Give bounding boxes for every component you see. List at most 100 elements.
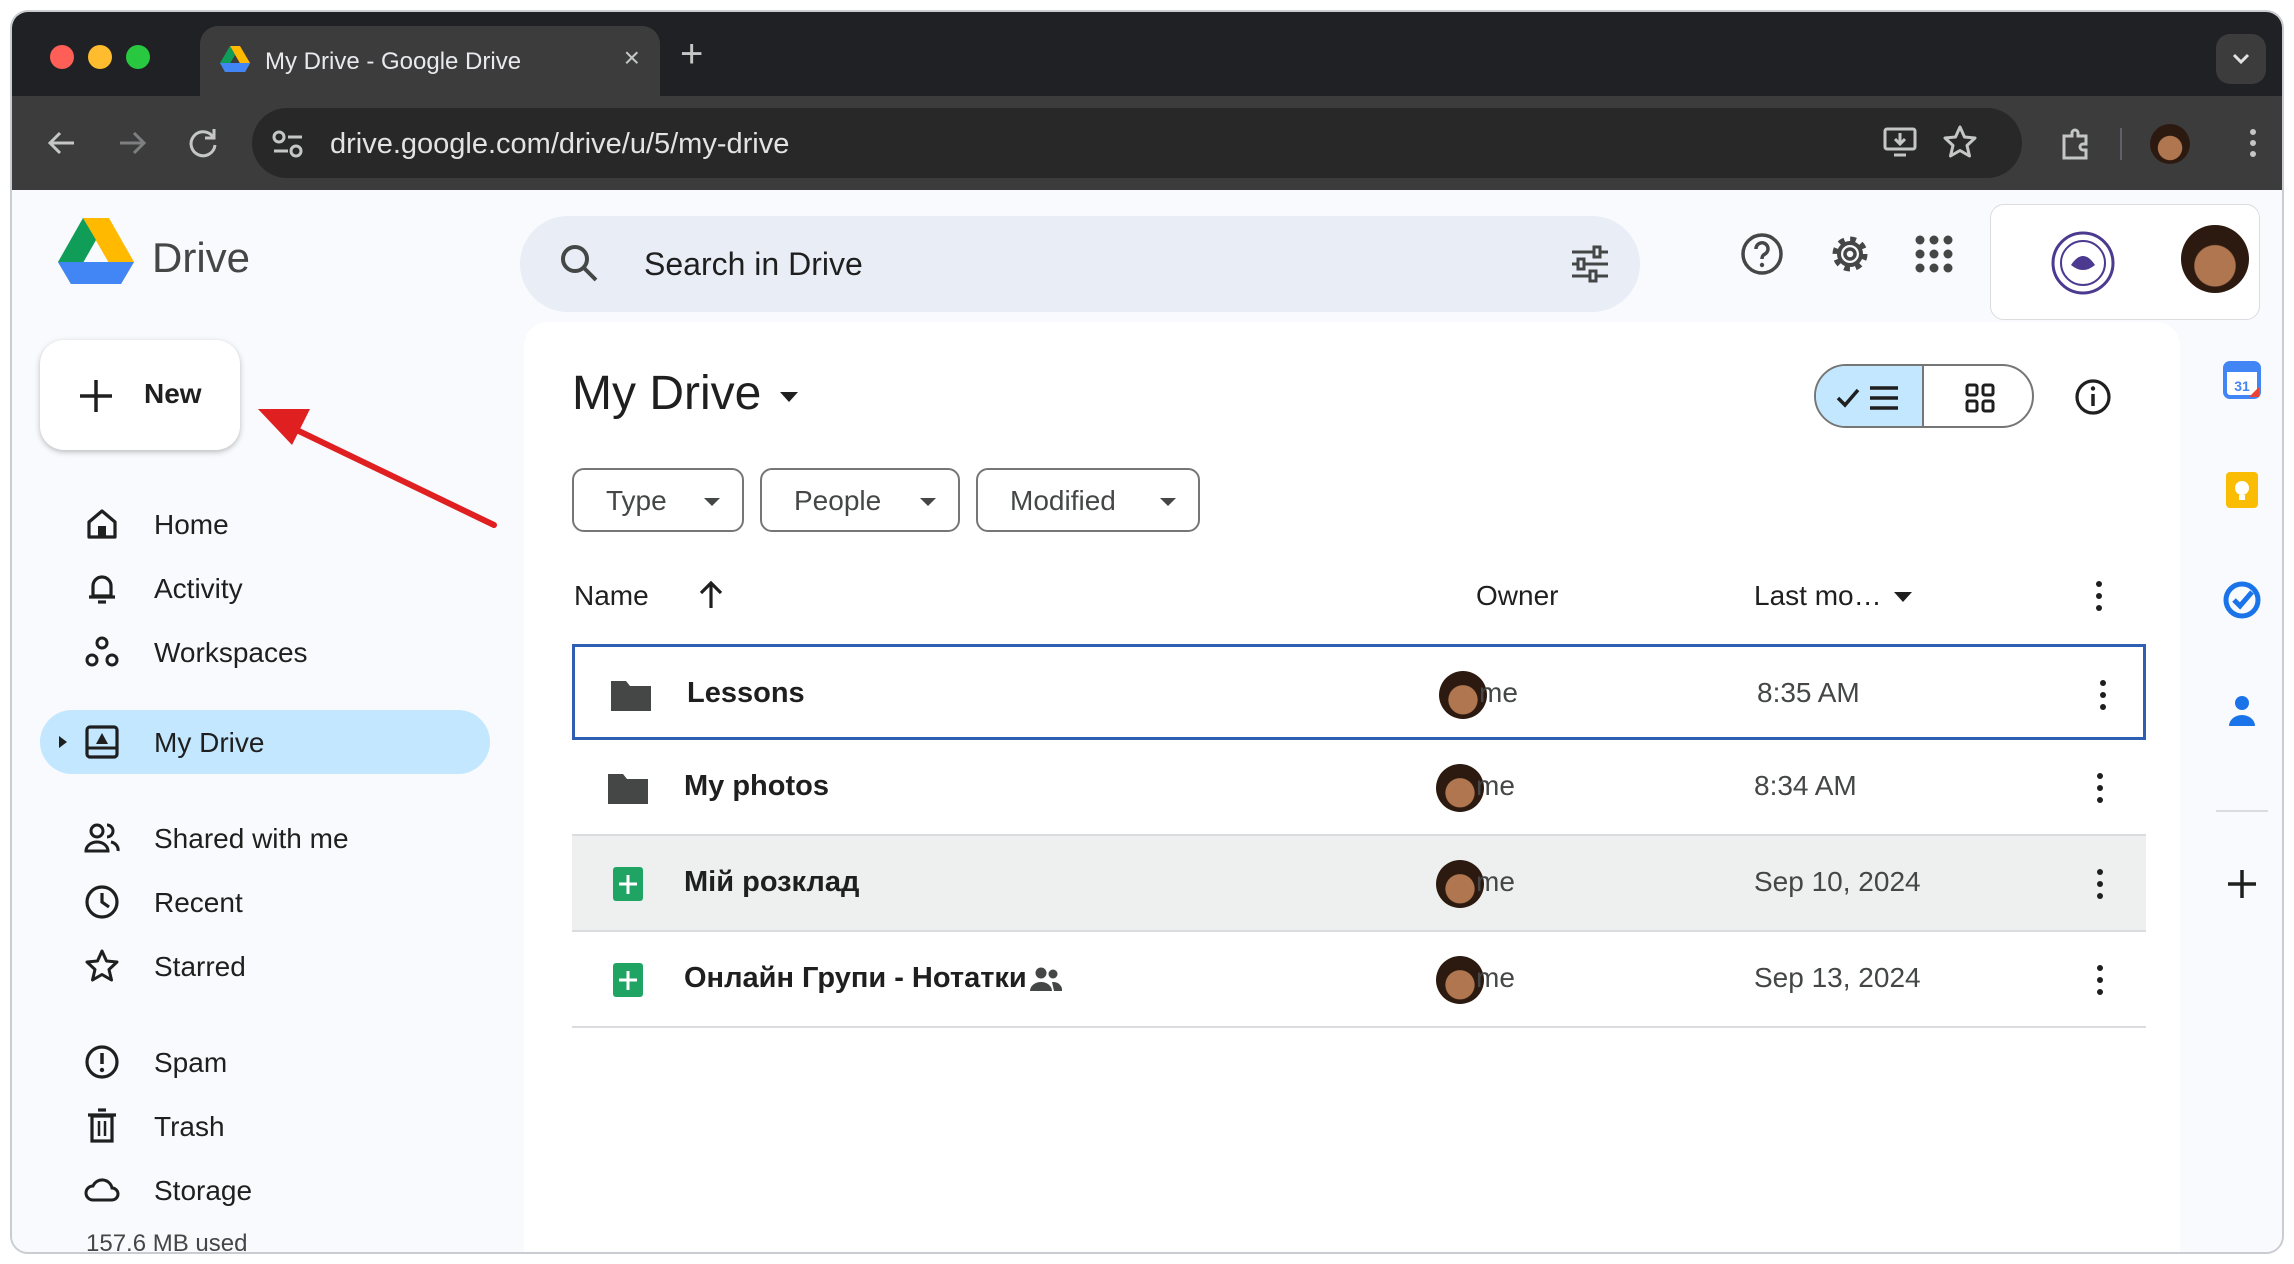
main-panel: My Drive Type People Modified Name Owner… xyxy=(524,322,2180,1252)
sidebar-item-label: Workspaces xyxy=(154,637,308,668)
forward-icon[interactable] xyxy=(114,124,152,162)
view-toggle xyxy=(1814,364,2034,428)
shared-icon xyxy=(1030,967,1063,991)
file-row-my-photos[interactable]: My photos me 8:34 AM xyxy=(572,740,2146,836)
list-view-icon xyxy=(1836,386,1898,410)
minimize-window-button[interactable] xyxy=(88,45,112,69)
sidebar-item-activity[interactable]: Activity xyxy=(40,556,490,620)
chevron-down-icon xyxy=(920,498,936,506)
filter-label: Type xyxy=(606,485,667,516)
filter-label: People xyxy=(794,485,882,516)
filter-label: Modified xyxy=(1010,485,1116,516)
filter-modified-chip[interactable]: Modified xyxy=(976,468,1200,532)
search-icon[interactable] xyxy=(558,242,600,284)
sidebar-item-trash[interactable]: Trash xyxy=(40,1094,490,1158)
drive-logo-text[interactable]: Drive xyxy=(152,234,250,282)
settings-gear-icon[interactable] xyxy=(1828,232,1872,276)
sidebar-item-label: Shared with me xyxy=(154,823,349,854)
reload-icon[interactable] xyxy=(184,124,222,162)
file-name: Онлайн Групи - Нотатки xyxy=(684,962,1027,994)
google-apps-icon[interactable] xyxy=(1912,232,1956,276)
filter-type-chip[interactable]: Type xyxy=(572,468,744,532)
tasks-icon[interactable] xyxy=(2222,580,2262,620)
zoom-window-button[interactable] xyxy=(126,45,150,69)
file-owner: me xyxy=(1476,770,1515,801)
file-name: My photos xyxy=(684,770,829,802)
back-icon[interactable] xyxy=(42,124,80,162)
browser-menu-icon[interactable] xyxy=(2234,124,2272,162)
search-input[interactable]: Search in Drive xyxy=(644,246,863,283)
sidebar-item-label: Home xyxy=(154,509,229,540)
file-name: Lessons xyxy=(687,677,805,709)
file-row-schedule[interactable]: Мій розклад me Sep 10, 2024 xyxy=(572,836,2146,932)
tab-bar: My Drive - Google Drive × + xyxy=(12,12,2282,96)
search-bar[interactable]: Search in Drive xyxy=(520,216,1640,312)
drive-logo-icon xyxy=(58,218,134,284)
search-options-icon[interactable] xyxy=(1570,244,1610,284)
list-view-button[interactable] xyxy=(1816,366,1924,426)
storage-used-text: 157.6 MB used xyxy=(86,1230,248,1254)
calendar-icon[interactable]: 31 xyxy=(2222,360,2262,400)
tab-close-icon[interactable]: × xyxy=(624,42,640,74)
keep-icon[interactable] xyxy=(2222,470,2262,510)
more-actions-icon[interactable] xyxy=(2099,675,2107,715)
file-modified: Sep 10, 2024 xyxy=(1754,866,1921,897)
tab-my-drive[interactable]: My Drive - Google Drive × xyxy=(200,26,660,96)
close-window-button[interactable] xyxy=(50,45,74,69)
svg-text:31: 31 xyxy=(2234,378,2250,394)
address-bar[interactable]: drive.google.com/drive/u/5/my-drive xyxy=(252,108,2022,178)
rail-divider xyxy=(2216,810,2268,812)
sidebar-item-shared-with-me[interactable]: Shared with me xyxy=(40,806,490,870)
url-text: drive.google.com/drive/u/5/my-drive xyxy=(330,128,790,160)
more-actions-icon[interactable] xyxy=(2096,864,2104,904)
new-button[interactable]: New xyxy=(40,340,240,450)
file-row-online-groups[interactable]: Онлайн Групи - Нотатки me Sep 13, 2024 xyxy=(572,932,2146,1028)
column-header-owner[interactable]: Owner xyxy=(1476,580,1558,612)
people-icon xyxy=(84,823,120,853)
column-header-last-modified[interactable]: Last mo… xyxy=(1754,580,1882,612)
help-icon[interactable] xyxy=(1740,232,1784,276)
sort-ascending-icon[interactable] xyxy=(696,578,726,612)
expand-caret-icon[interactable] xyxy=(58,736,68,748)
title-dropdown-icon[interactable] xyxy=(778,390,800,404)
sort-dropdown-icon[interactable] xyxy=(1892,590,1914,604)
chevron-down-icon xyxy=(2232,53,2250,65)
install-app-icon[interactable] xyxy=(1882,124,1918,160)
file-modified: 8:34 AM xyxy=(1754,770,1857,801)
sidebar-item-storage[interactable]: Storage xyxy=(40,1158,490,1222)
tab-search-button[interactable] xyxy=(2216,34,2266,84)
file-modified: 8:35 AM xyxy=(1757,677,1860,708)
info-icon[interactable] xyxy=(2074,378,2112,416)
filter-people-chip[interactable]: People xyxy=(760,468,960,532)
bookmark-star-icon[interactable] xyxy=(1942,124,1978,160)
contacts-icon[interactable] xyxy=(2222,690,2262,730)
site-info-icon[interactable] xyxy=(270,128,306,160)
bell-icon xyxy=(89,575,115,604)
page-title[interactable]: My Drive xyxy=(572,366,761,421)
plus-icon xyxy=(80,380,112,412)
add-addon-icon[interactable] xyxy=(2222,864,2262,904)
spam-icon xyxy=(85,1045,119,1079)
browser-window: My Drive - Google Drive × + drive.google… xyxy=(10,10,2284,1254)
sheets-icon xyxy=(613,963,643,997)
drive-app: Drive Search in Drive New Home Activity … xyxy=(12,190,2282,1254)
more-actions-icon[interactable] xyxy=(2096,960,2104,1000)
account-avatar[interactable] xyxy=(2181,225,2249,293)
sidebar-item-workspaces[interactable]: Workspaces xyxy=(40,620,490,684)
sidebar-item-spam[interactable]: Spam xyxy=(40,1030,490,1094)
clock-icon xyxy=(85,885,119,919)
column-header-name[interactable]: Name xyxy=(574,580,649,612)
new-tab-button[interactable]: + xyxy=(680,34,703,74)
more-actions-icon[interactable] xyxy=(2096,768,2104,808)
account-switcher[interactable] xyxy=(1990,204,2260,320)
grid-view-button[interactable] xyxy=(1926,366,2032,426)
file-row-lessons[interactable]: Lessons me 8:35 AM xyxy=(572,644,2146,740)
sidebar-item-label: My Drive xyxy=(154,727,265,758)
column-more-icon[interactable] xyxy=(2094,578,2104,614)
sidebar-item-recent[interactable]: Recent xyxy=(40,870,490,934)
extensions-icon[interactable] xyxy=(2056,124,2094,162)
sidebar-item-my-drive[interactable]: My Drive xyxy=(40,710,490,774)
chevron-down-icon xyxy=(704,498,720,506)
sidebar-item-starred[interactable]: Starred xyxy=(40,934,490,998)
profile-avatar[interactable] xyxy=(2150,124,2190,164)
